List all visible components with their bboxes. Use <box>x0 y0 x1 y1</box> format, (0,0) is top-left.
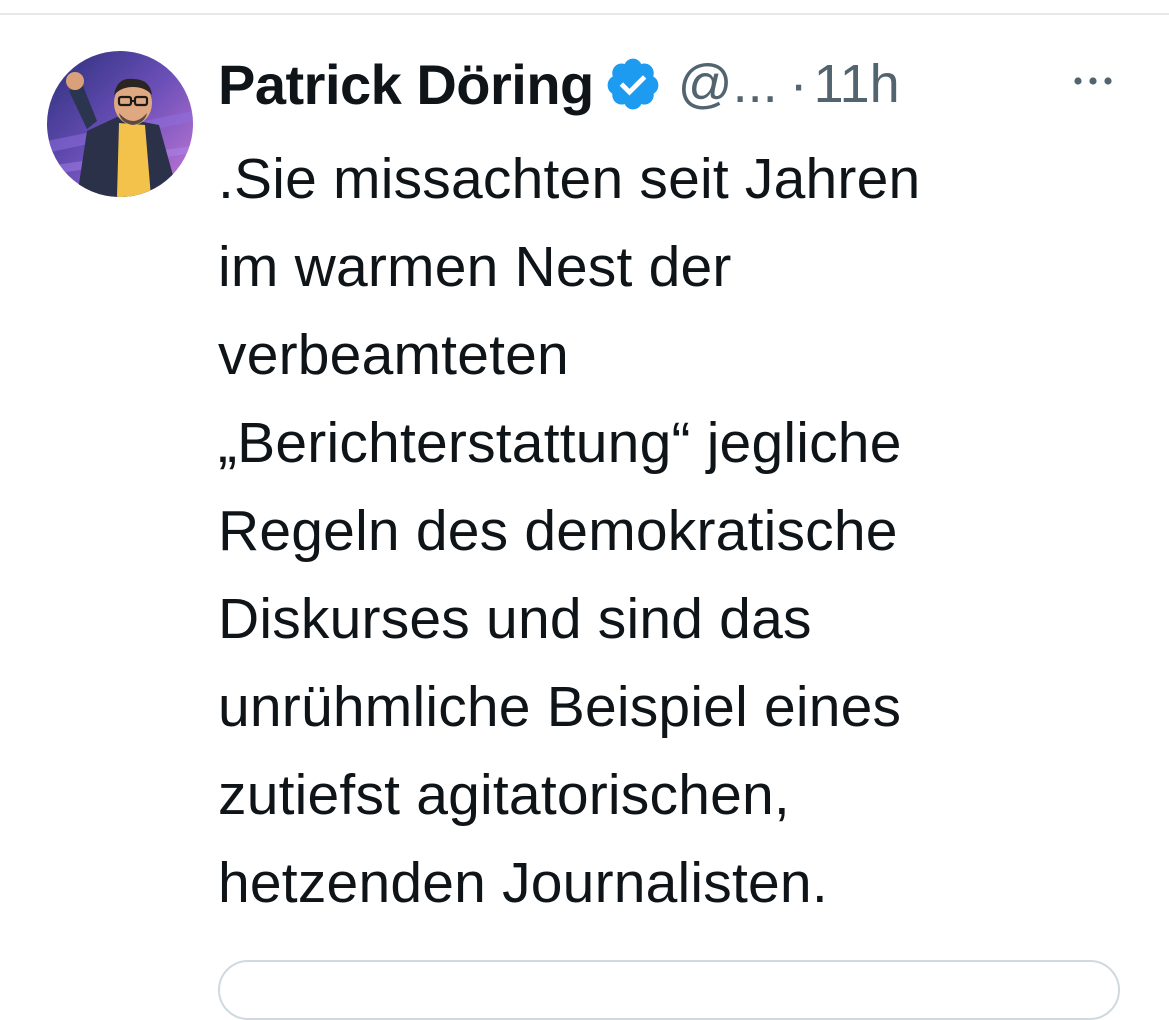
link-card-top-edge[interactable] <box>218 960 1120 1020</box>
tweet-header: Patrick Döring @... · 11h <box>218 52 900 116</box>
header-separator: · <box>789 54 808 114</box>
tweet-timestamp[interactable]: 11h <box>814 53 900 115</box>
author-handle[interactable]: @... <box>678 53 778 115</box>
more-dots-icon[interactable] <box>1068 68 1118 94</box>
verified-badge-icon <box>604 55 662 113</box>
tweet-text: .Sie missachten seit Jahren im warmen Ne… <box>218 147 921 915</box>
avatar-image <box>47 51 193 197</box>
tweet[interactable]: Patrick Döring @... · 11h .Sie missachte… <box>0 0 1169 1020</box>
avatar[interactable] <box>47 51 193 197</box>
author-display-name[interactable]: Patrick Döring <box>218 52 594 117</box>
